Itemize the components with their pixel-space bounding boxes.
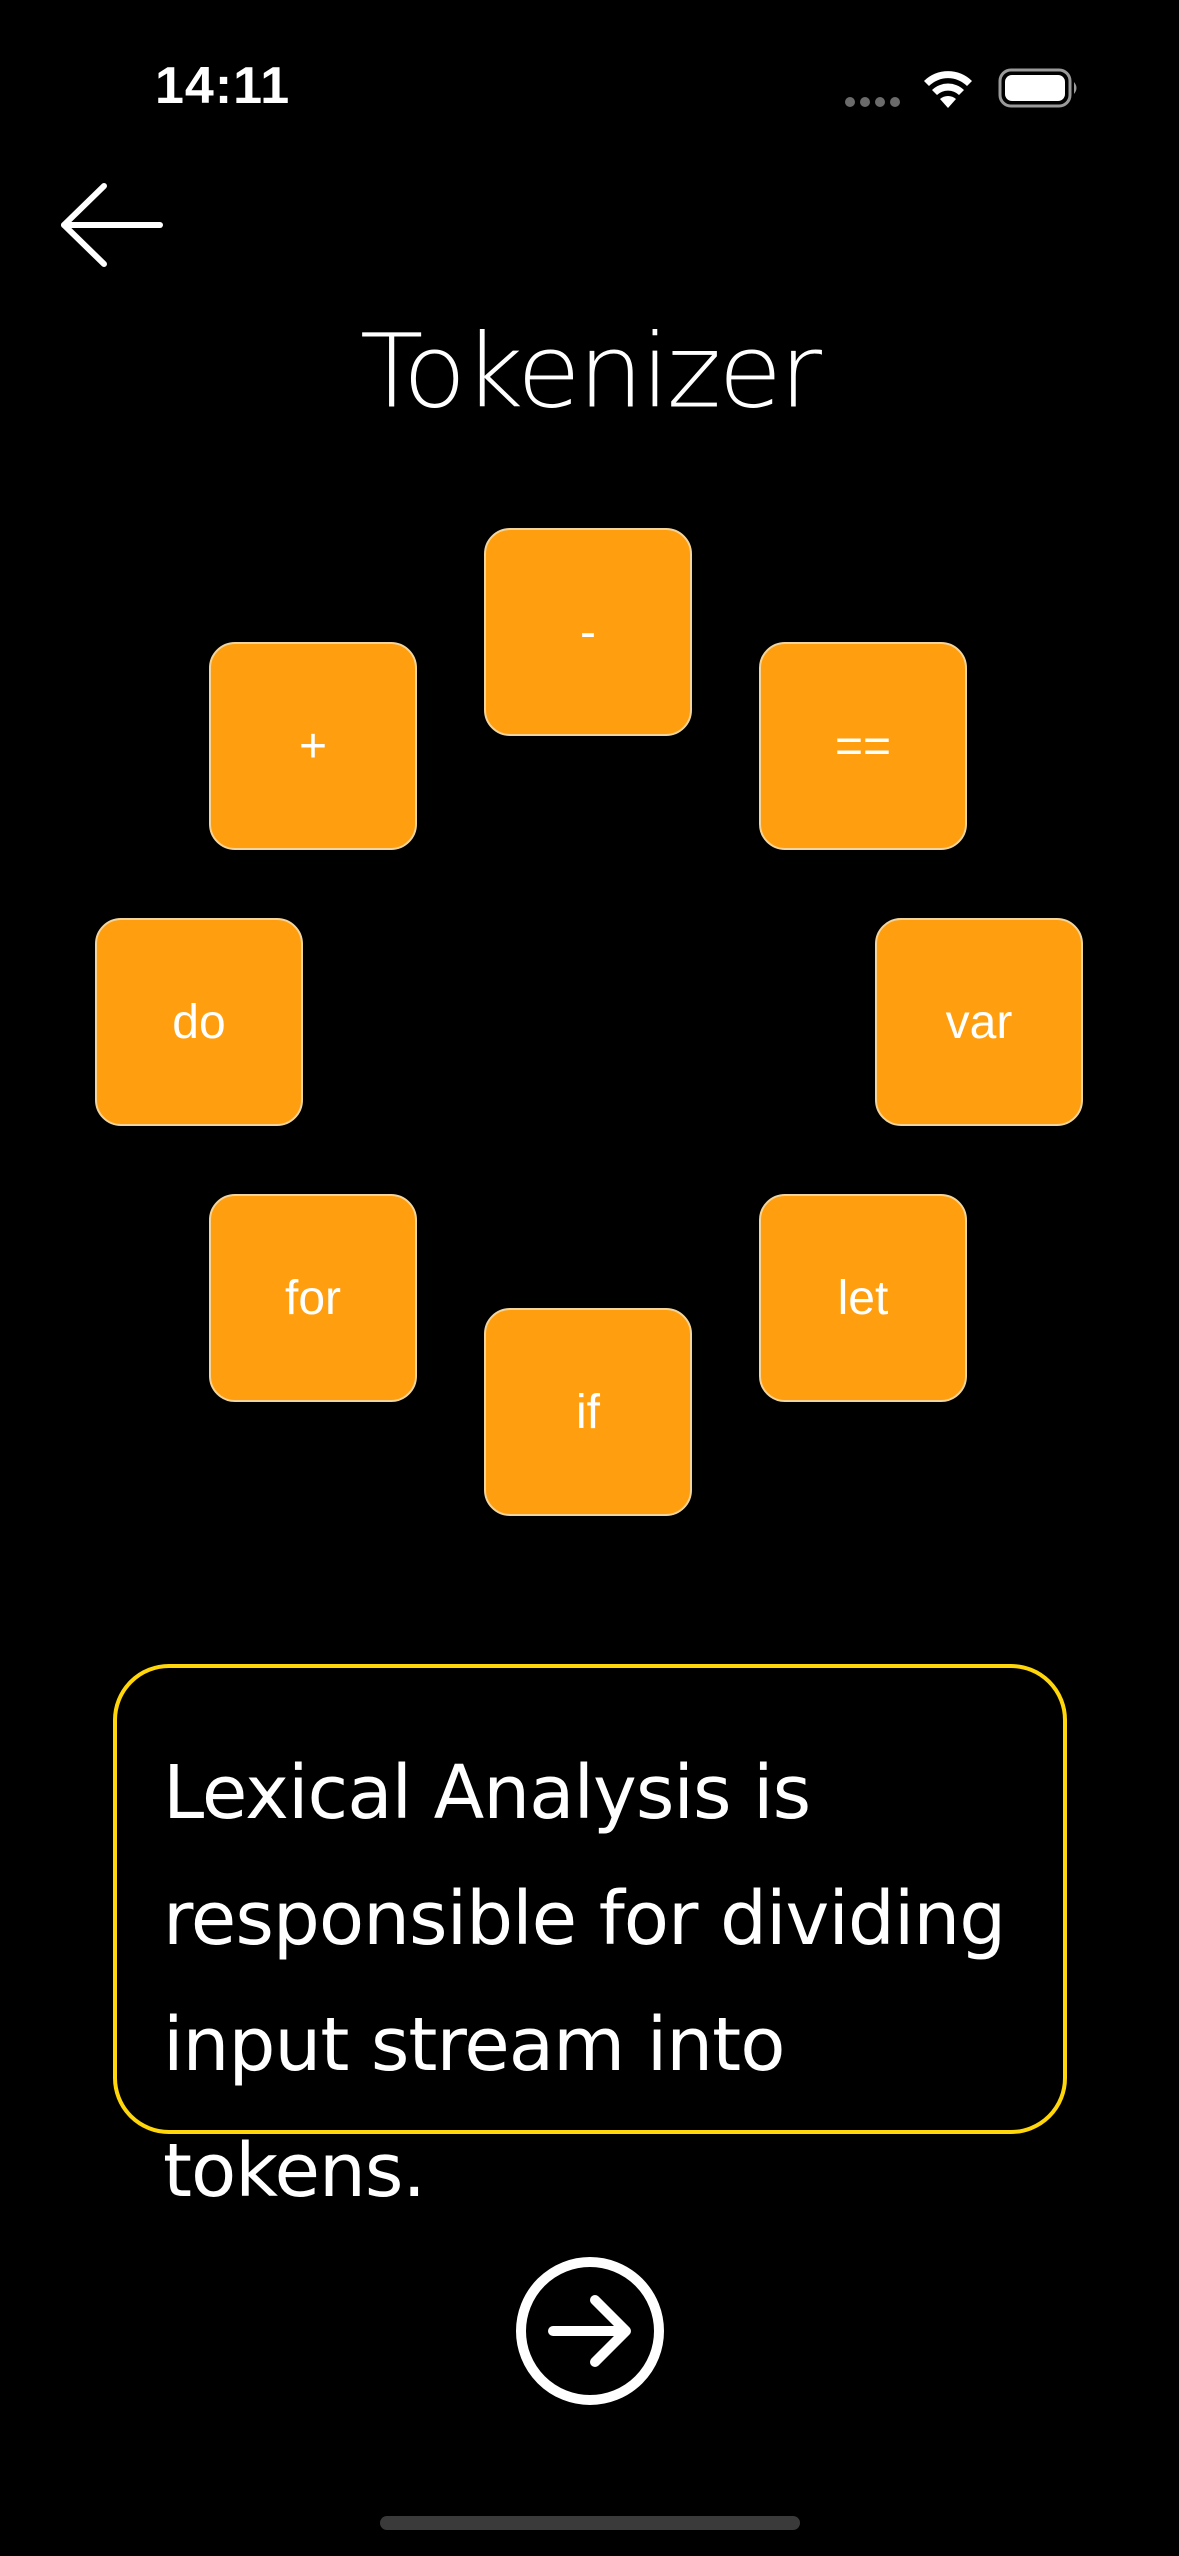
battery-icon	[998, 68, 1080, 108]
status-time: 14:11	[155, 57, 291, 115]
token-tile-plus[interactable]: +	[209, 642, 417, 850]
token-tile-if[interactable]: if	[484, 1308, 692, 1516]
status-bar: 14:11	[0, 0, 1179, 160]
token-tile-var[interactable]: var	[875, 918, 1083, 1126]
token-tile-minus[interactable]: -	[484, 528, 692, 736]
info-card: Lexical Analysis is responsible for divi…	[113, 1664, 1067, 2214]
back-button[interactable]	[58, 180, 166, 270]
info-line: input stream into tokens.	[163, 2002, 785, 2214]
wifi-icon	[922, 66, 974, 110]
info-line: responsible for dividing	[163, 1876, 1006, 1962]
home-indicator[interactable]	[380, 2516, 800, 2530]
token-tile-let[interactable]: let	[759, 1194, 967, 1402]
cellular-signal-icon	[845, 94, 905, 107]
arrow-left-icon	[61, 183, 163, 267]
token-tile-do[interactable]: do	[95, 918, 303, 1126]
arrow-right-circle-icon	[516, 2257, 664, 2405]
info-line: Lexical Analysis is	[163, 1750, 811, 1836]
info-text: Lexical Analysis is responsible for divi…	[163, 1730, 1017, 2234]
next-button[interactable]	[515, 2256, 665, 2406]
page-title: Tokenizer	[359, 311, 822, 431]
token-tile-for[interactable]: for	[209, 1194, 417, 1402]
token-tile-equals[interactable]: ==	[759, 642, 967, 850]
